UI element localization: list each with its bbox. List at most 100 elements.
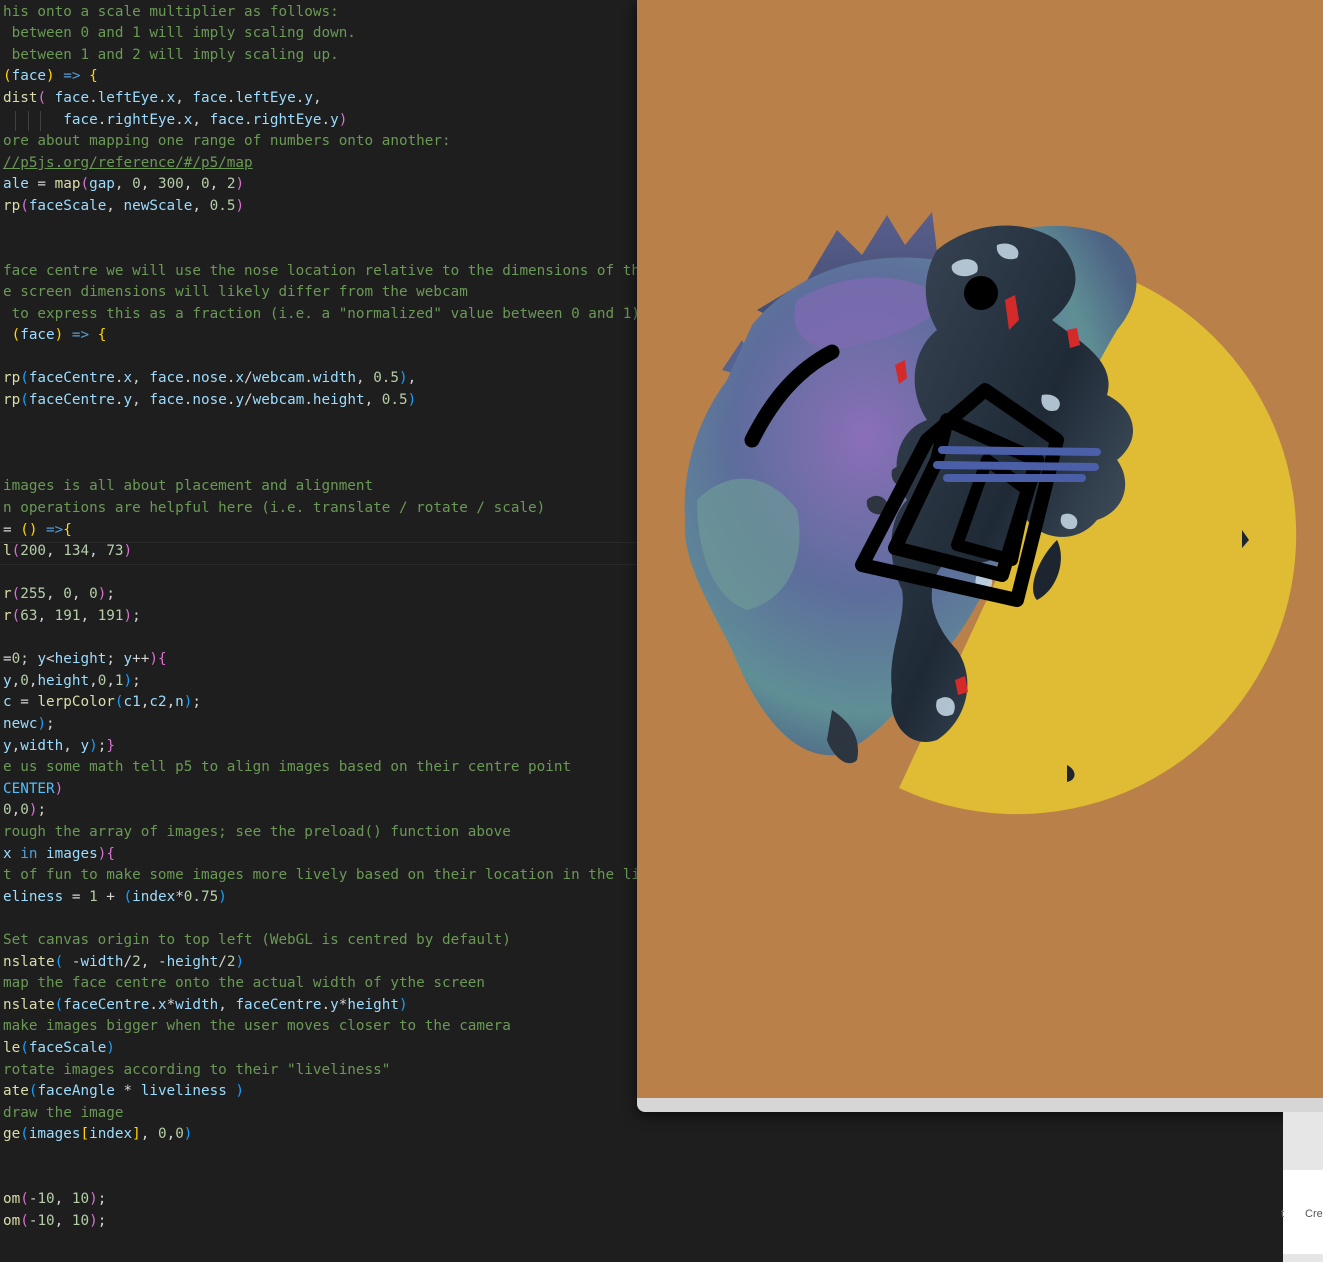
code-token: 1 (114, 673, 124, 689)
code-line[interactable]: dist( face.leftEye.x, face.leftEye.y, (3, 88, 322, 110)
code-line[interactable]: Set canvas origin to top left (WebGL is … (3, 930, 511, 952)
code-line[interactable]: rp(faceScale, newScale, 0.5) (3, 196, 244, 218)
code-line[interactable]: =0; y<height; y++){ (3, 649, 167, 671)
code-line[interactable]: e us some math tell p5 to align images b… (3, 757, 571, 779)
sketch-canvas[interactable] (637, 0, 1323, 1098)
code-token: ) (218, 889, 227, 905)
code-token: 0 (3, 802, 12, 818)
code-line[interactable]: ore about mapping one range of numbers o… (3, 131, 451, 153)
code-line[interactable]: rp(faceCentre.y, face.nose.y/webcam.heig… (3, 390, 416, 412)
code-token: between 1 and 2 will imply scaling up. (3, 47, 339, 63)
code-line[interactable]: (face) => { (3, 66, 98, 88)
code-token: 0 (175, 1126, 184, 1142)
code-token: ( (54, 997, 64, 1013)
code-token: . (114, 392, 124, 408)
code-token: in (20, 846, 38, 862)
code-token: ; (132, 673, 141, 689)
code-line[interactable]: make images bigger when the user moves c… (3, 1016, 511, 1038)
background-tab-label[interactable]: t (1281, 1208, 1284, 1220)
code-token: , (11, 802, 21, 818)
code-token: height (347, 997, 399, 1013)
code-token: , (407, 370, 417, 386)
code-line[interactable]: y,0,height,0,1); (3, 671, 141, 693)
code-line[interactable]: n operations are helpful here (i.e. tran… (3, 498, 545, 520)
code-line[interactable]: y,width, y);} (3, 736, 115, 758)
code-line[interactable]: to express this as a fraction (i.e. a "n… (3, 304, 640, 326)
code-token: x (235, 370, 245, 386)
code-token: y (235, 392, 245, 408)
code-token: 200 (20, 543, 47, 559)
code-token: , (192, 112, 210, 128)
code-token: nose (192, 370, 227, 386)
code-line[interactable]: eliness = 1 + (index*0.75) (3, 887, 227, 909)
code-line[interactable]: images is all about placement and alignm… (3, 476, 373, 498)
code-line[interactable]: CENTER) (3, 779, 63, 801)
code-token: eliness (3, 889, 64, 905)
code-token: , (106, 198, 124, 214)
code-token: ( (54, 954, 64, 970)
code-token: l (3, 543, 12, 559)
code-line[interactable]: ate(faceAngle * liveliness ) (3, 1081, 244, 1103)
code-line[interactable]: face centre we will use the nose locatio… (3, 261, 640, 283)
code-token: to express this as a fraction (i.e. a "n… (3, 306, 640, 322)
code-line[interactable]: between 0 and 1 will imply scaling down. (3, 23, 356, 45)
code-line[interactable]: r(255, 0, 0); (3, 584, 115, 606)
code-token: / (123, 954, 133, 970)
code-line[interactable]: between 1 and 2 will imply scaling up. (3, 45, 339, 67)
code-line[interactable]: r(63, 191, 191); (3, 606, 141, 628)
code-token: => (46, 522, 64, 538)
code-token: face (149, 392, 184, 408)
code-token: 0.75 (183, 889, 219, 905)
code-token: n (175, 694, 184, 710)
code-line[interactable]: //p5js.org/reference/#/p5/map (3, 153, 253, 175)
code-token: 134 (63, 543, 90, 559)
code-line[interactable]: 0,0); (3, 800, 46, 822)
code-token: x (157, 997, 167, 1013)
code-token: 255 (20, 586, 47, 602)
code-token: 10 (71, 1213, 90, 1229)
code-line[interactable]: rough the array of images; see the prelo… (3, 822, 511, 844)
code-line[interactable]: = () =>{ (3, 520, 72, 542)
code-line[interactable]: draw the image (3, 1103, 124, 1125)
code-token: face (11, 68, 47, 84)
code-token: om (3, 1191, 21, 1207)
code-token: r (3, 608, 12, 624)
code-token: ( (123, 889, 133, 905)
code-line[interactable]: nslate( -width/2, -height/2) (3, 952, 244, 974)
code-token: images (28, 1126, 81, 1142)
code-line[interactable]: (face) => { (3, 325, 107, 347)
code-line[interactable]: om(-10, 10); (3, 1211, 106, 1233)
code-line[interactable]: rp(faceCentre.x, face.nose.x/webcam.widt… (3, 368, 416, 390)
code-line[interactable]: ale = map(gap, 0, 300, 0, 2) (3, 174, 244, 196)
code-line[interactable]: rotate images according to their "liveli… (3, 1060, 390, 1082)
code-token: face (20, 327, 55, 343)
code-token: , (140, 1126, 158, 1142)
code-line[interactable]: ge(images[index], 0,0) (3, 1124, 192, 1146)
code-token: face (46, 90, 90, 106)
code-line[interactable]: om(-10, 10); (3, 1189, 106, 1211)
code-line[interactable]: nslate(faceCentre.x*width, faceCentre.y*… (3, 995, 408, 1017)
code-token: 1 (89, 889, 98, 905)
background-create-label[interactable]: Cre (1305, 1208, 1323, 1220)
code-line[interactable]: face.rightEye.x, face.rightEye.y) (3, 110, 347, 132)
code-line[interactable]: newc); (3, 714, 55, 736)
code-token: . (244, 112, 253, 128)
code-line[interactable]: e screen dimensions will likely differ f… (3, 282, 468, 304)
code-token: , - (140, 954, 167, 970)
code-token: ) (399, 997, 408, 1013)
code-line[interactable]: le(faceScale) (3, 1038, 115, 1060)
code-line[interactable]: his onto a scale multiplier as follows: (3, 2, 339, 24)
code-token: - (63, 954, 81, 970)
sketch-preview-window[interactable] (637, 0, 1323, 1112)
code-line[interactable]: t of fun to make some images more lively… (3, 865, 640, 887)
code-token: ( (20, 1191, 29, 1207)
code-token: , (46, 586, 64, 602)
code-token: ; (106, 586, 115, 602)
code-line[interactable]: x in images){ (3, 844, 115, 866)
code-line[interactable]: c = lerpColor(c1,c2,n); (3, 692, 201, 714)
code-token: [ (80, 1126, 90, 1142)
code-line[interactable]: map the face centre onto the actual widt… (3, 973, 485, 995)
code-line[interactable]: l(200, 134, 73) (3, 541, 132, 563)
code-token: ) (235, 198, 245, 214)
